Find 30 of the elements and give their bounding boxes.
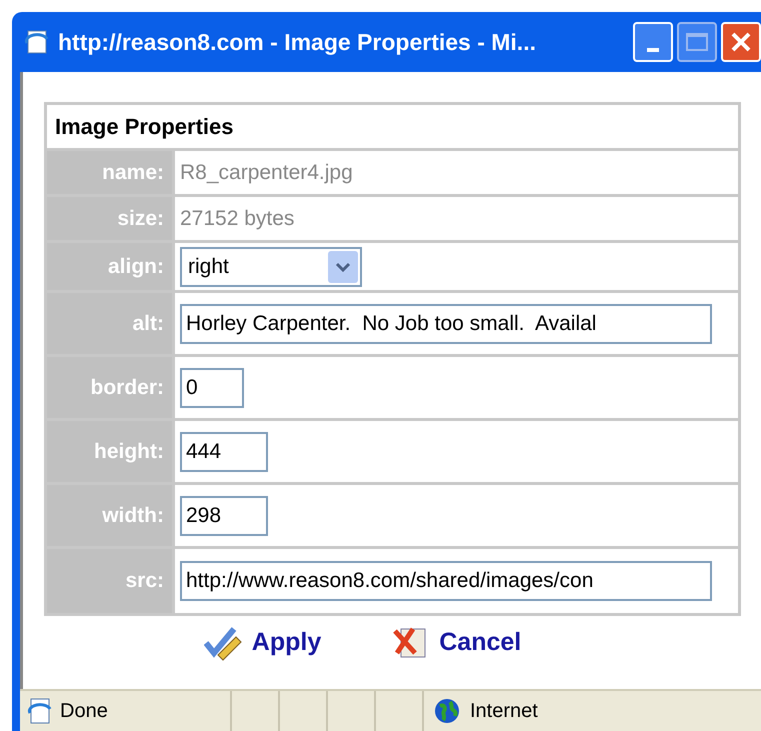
input-field[interactable]: Horley Carpenter. No Job too small. Availal [180, 304, 712, 344]
field-label: width: [102, 502, 164, 529]
input-field[interactable]: http://www.reason8.com/shared/images/con [180, 561, 712, 601]
status-text: Done [60, 699, 109, 724]
apply-button[interactable]: Apply [204, 624, 322, 662]
field-value: 27152 bytes [180, 206, 294, 232]
checkmark-pencil-icon [204, 624, 242, 661]
cancel-button[interactable]: Cancel [391, 624, 522, 662]
field-label: border: [90, 374, 164, 401]
minimize-button[interactable] [633, 22, 673, 62]
panel-title: Image Properties [55, 113, 234, 141]
window-title: http://reason8.com - Image Properties - Mi... [58, 28, 536, 57]
input-field[interactable]: 0 [180, 368, 244, 408]
field-label: align: [108, 254, 164, 280]
field-label: src: [125, 568, 164, 594]
field-value: R8_carpenter4.jpg [180, 160, 353, 186]
globe-icon [434, 698, 460, 724]
input-field[interactable]: 298 [180, 496, 268, 536]
field-label: height: [94, 438, 164, 465]
page-icon [24, 29, 50, 55]
align-dropdown[interactable]: right [180, 246, 362, 286]
close-icon [730, 31, 752, 53]
page-icon [26, 697, 54, 725]
zone-text: Internet [470, 699, 538, 724]
input-field[interactable]: 444 [180, 432, 268, 472]
field-label: name: [102, 160, 164, 186]
field-label: size: [117, 206, 164, 232]
field-label: alt: [132, 310, 164, 337]
maximize-button[interactable] [677, 22, 717, 62]
close-button[interactable] [721, 22, 761, 62]
